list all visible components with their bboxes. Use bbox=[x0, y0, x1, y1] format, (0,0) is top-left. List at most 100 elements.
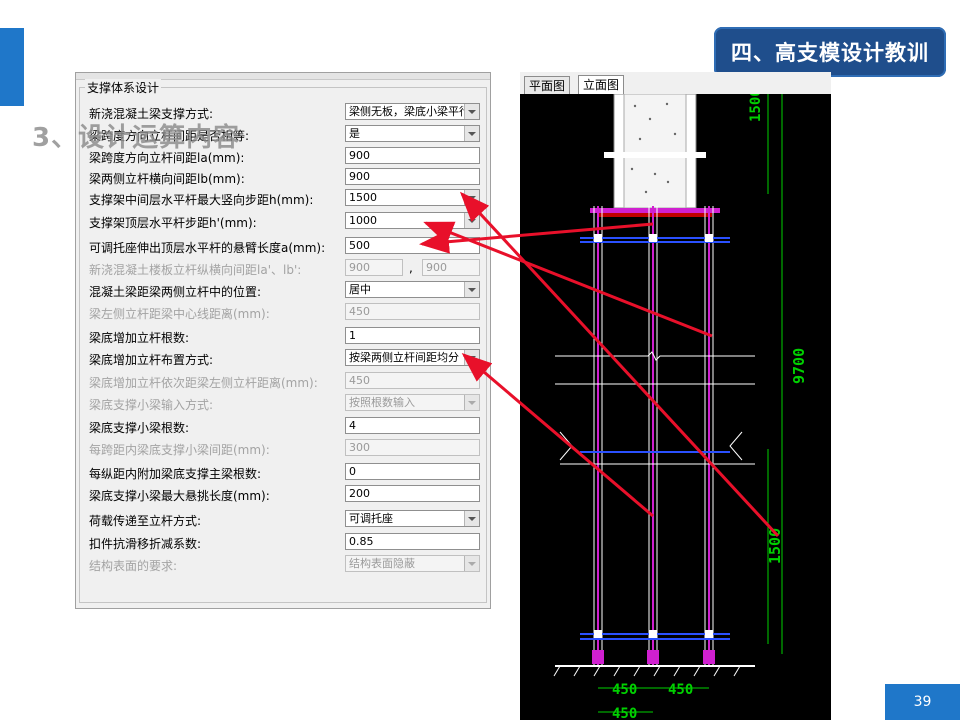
param-dropdown[interactable]: 1000 bbox=[345, 212, 480, 229]
param-input[interactable]: 200 bbox=[345, 485, 480, 502]
param-dropdown[interactable]: 结构表面隐蔽 bbox=[345, 555, 480, 572]
param-row: 梁左侧立杆距梁中心线距离(mm): 450 bbox=[89, 303, 485, 323]
param-value: 1000 bbox=[349, 214, 377, 227]
param-label: 梁底支撑小梁输入方式: bbox=[89, 398, 214, 412]
param-value: 按梁两侧立杆间距均分 bbox=[349, 351, 459, 364]
param-value: 0.85 bbox=[349, 535, 374, 548]
param-input[interactable]: 0.85 bbox=[345, 533, 480, 550]
dim-total: 9700 bbox=[790, 348, 808, 384]
param-value: 300 bbox=[349, 441, 370, 454]
param-row: 新浇混凝土楼板立杆纵横向间距la'、lb': 900, 900 bbox=[89, 259, 485, 279]
param-value: 1500 bbox=[349, 191, 377, 204]
param-row: 每跨距内梁底支撑小梁间距(mm): 300 bbox=[89, 439, 485, 459]
param-input[interactable]: 1 bbox=[345, 327, 480, 344]
cad-drawing-panel: 平面图 立面图 1500 9700 1500 450 450 450 bbox=[520, 72, 831, 720]
param-value: 居中 bbox=[349, 283, 371, 296]
param-label: 梁跨度方向立杆间距la(mm): bbox=[89, 151, 245, 165]
support-system-group: 支撑体系设计 新浇混凝土梁支撑方式: 梁侧无板，梁底小梁平行梁跨方向梁跨度方向立杆… bbox=[79, 79, 487, 603]
support-system-dialog: 支撑体系设计 新浇混凝土梁支撑方式: 梁侧无板，梁底小梁平行梁跨方向梁跨度方向立杆… bbox=[75, 72, 491, 609]
param-input[interactable]: 0 bbox=[345, 463, 480, 480]
param-row: 扣件抗滑移折减系数: 0.85 bbox=[89, 533, 485, 553]
slide-section-badge: 四、高支模设计教训 bbox=[714, 27, 946, 77]
param-dropdown[interactable]: 是 bbox=[345, 125, 480, 142]
param-label: 每跨距内梁底支撑小梁间距(mm): bbox=[89, 443, 270, 457]
param-row: 梁跨度方向立杆间距是否相等: 是 bbox=[89, 125, 485, 145]
chevron-down-icon[interactable] bbox=[464, 511, 479, 526]
param-input[interactable]: 300 bbox=[345, 439, 480, 456]
param-row: 梁底增加立杆依次距梁左侧立杆距离(mm): 450 bbox=[89, 372, 485, 392]
param-dropdown[interactable]: 居中 bbox=[345, 281, 480, 298]
dim-spacing-left: 450 bbox=[612, 682, 637, 698]
param-value: 900 bbox=[349, 149, 370, 162]
param-value: 200 bbox=[349, 487, 370, 500]
param-label: 结构表面的要求: bbox=[89, 559, 178, 573]
param-dropdown[interactable]: 按梁两侧立杆间距均分 bbox=[345, 349, 480, 366]
param-input[interactable]: 450 bbox=[345, 303, 480, 320]
dim-spacing-right: 450 bbox=[668, 682, 693, 698]
param-label: 每纵距内附加梁底支撑主梁根数: bbox=[89, 467, 262, 481]
param-label: 梁左侧立杆距梁中心线距离(mm): bbox=[89, 307, 270, 321]
param-input-la[interactable]: 900 bbox=[345, 259, 403, 276]
beam-side-clamp bbox=[604, 152, 706, 158]
param-row: 新浇混凝土梁支撑方式: 梁侧无板，梁底小梁平行梁跨方向 bbox=[89, 103, 485, 123]
param-input[interactable]: 900 bbox=[345, 168, 480, 185]
param-label: 新浇混凝土梁支撑方式: bbox=[89, 107, 214, 121]
param-input-lb[interactable]: 900 bbox=[422, 259, 480, 276]
chevron-down-icon[interactable] bbox=[464, 126, 479, 141]
tab-plan-view[interactable]: 平面图 bbox=[524, 76, 571, 95]
param-label: 混凝土梁距梁两侧立杆中的位置: bbox=[89, 285, 262, 299]
param-label: 梁跨度方向立杆间距是否相等: bbox=[89, 129, 250, 143]
param-dropdown[interactable]: 1500 bbox=[345, 189, 480, 206]
param-value: 1 bbox=[349, 329, 356, 342]
param-label: 支撑架中间层水平杆最大竖向步距h(mm): bbox=[89, 193, 314, 207]
param-row: 梁底支撑小梁输入方式: 按照根数输入 bbox=[89, 394, 485, 414]
param-value: 500 bbox=[349, 239, 370, 252]
dim-top: 1500 bbox=[748, 94, 764, 122]
chevron-down-icon[interactable] bbox=[464, 104, 479, 119]
param-label: 梁底增加立杆依次距梁左侧立杆距离(mm): bbox=[89, 376, 318, 390]
param-value: 900 bbox=[349, 170, 370, 183]
page-number: 39 bbox=[885, 684, 960, 720]
param-input[interactable]: 4 bbox=[345, 417, 480, 434]
param-row: 梁两侧立杆横向间距lb(mm): 900 bbox=[89, 168, 485, 188]
param-row: 结构表面的要求: 结构表面隐蔽 bbox=[89, 555, 485, 575]
param-value: 结构表面隐蔽 bbox=[349, 557, 415, 570]
chevron-down-icon[interactable] bbox=[464, 395, 479, 410]
param-dropdown[interactable]: 梁侧无板，梁底小梁平行梁跨方向 bbox=[345, 103, 480, 120]
param-value: 可调托座 bbox=[349, 512, 393, 525]
tab-elevation-view[interactable]: 立面图 bbox=[578, 75, 625, 95]
param-label: 荷载传递至立杆方式: bbox=[89, 514, 202, 528]
accent-bar bbox=[0, 28, 24, 106]
param-label: 梁两侧立杆横向间距lb(mm): bbox=[89, 172, 245, 186]
param-value: 4 bbox=[349, 419, 356, 432]
param-input[interactable]: 500 bbox=[345, 237, 480, 254]
param-row: 梁底增加立杆布置方式: 按梁两侧立杆间距均分 bbox=[89, 349, 485, 369]
param-label: 梁底增加立杆布置方式: bbox=[89, 353, 214, 367]
param-dropdown[interactable]: 按照根数输入 bbox=[345, 394, 480, 411]
cad-elevation-canvas[interactable]: 1500 9700 1500 450 450 450 bbox=[520, 94, 831, 720]
param-dropdown[interactable]: 可调托座 bbox=[345, 510, 480, 527]
chevron-down-icon[interactable] bbox=[464, 556, 479, 571]
param-value: 是 bbox=[349, 127, 360, 140]
chevron-down-icon[interactable] bbox=[464, 190, 479, 205]
param-row: 可调托座伸出顶层水平杆的悬臂长度a(mm): 500 bbox=[89, 237, 485, 257]
beam-core bbox=[623, 94, 687, 209]
dim-beam-width: 450 bbox=[612, 706, 637, 720]
param-separator: , bbox=[409, 261, 413, 275]
param-input[interactable]: 900 bbox=[345, 147, 480, 164]
param-row: 梁底支撑小梁根数: 4 bbox=[89, 417, 485, 437]
chevron-down-icon[interactable] bbox=[464, 213, 479, 228]
param-row: 混凝土梁距梁两侧立杆中的位置: 居中 bbox=[89, 281, 485, 301]
param-row: 梁跨度方向立杆间距la(mm): 900 bbox=[89, 147, 485, 167]
param-label: 可调托座伸出顶层水平杆的悬臂长度a(mm): bbox=[89, 241, 326, 255]
chevron-down-icon[interactable] bbox=[464, 282, 479, 297]
chevron-down-icon[interactable] bbox=[464, 350, 479, 365]
param-value: 按照根数输入 bbox=[349, 396, 415, 409]
param-row: 支撑架中间层水平杆最大竖向步距h(mm): 1500 bbox=[89, 189, 485, 209]
param-input[interactable]: 450 bbox=[345, 372, 480, 389]
param-row: 支撑架顶层水平杆步距h'(mm): 1000 bbox=[89, 212, 485, 232]
param-value: 梁侧无板，梁底小梁平行梁跨方向 bbox=[349, 105, 479, 118]
param-label: 支撑架顶层水平杆步距h'(mm): bbox=[89, 216, 257, 230]
group-title: 支撑体系设计 bbox=[85, 79, 162, 96]
param-label: 梁底增加立杆根数: bbox=[89, 331, 190, 345]
